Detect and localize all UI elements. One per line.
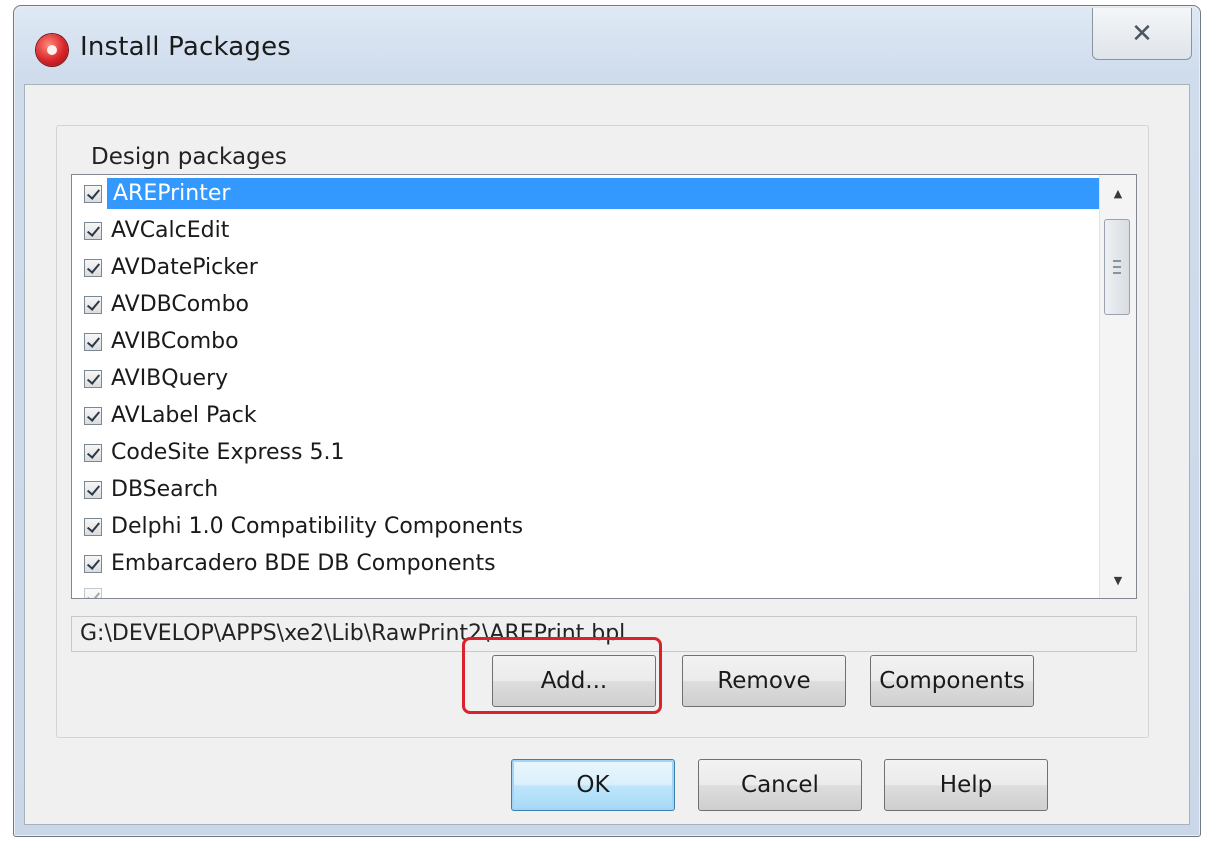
- group-label: Design packages: [85, 144, 293, 170]
- add-button-highlight: [462, 637, 662, 714]
- list-item-label: DBSearch: [111, 477, 219, 502]
- list-item[interactable]: AVDatePicker: [72, 249, 1100, 286]
- list-item[interactable]: AVIBQuery: [72, 360, 1100, 397]
- checkbox[interactable]: [84, 295, 102, 314]
- window-title: Install Packages: [80, 32, 292, 62]
- help-button[interactable]: Help: [884, 759, 1048, 811]
- delphi-icon: [36, 34, 68, 66]
- list-item-label: AVIBQuery: [111, 366, 229, 391]
- list-item-partial: [72, 582, 1100, 598]
- list-item[interactable]: CodeSite Express 5.1: [72, 434, 1100, 471]
- checkbox: [84, 588, 102, 598]
- list-item-label: AVDatePicker: [111, 255, 258, 280]
- cancel-button[interactable]: Cancel: [698, 759, 862, 811]
- scroll-thumb[interactable]: [1104, 219, 1130, 315]
- list-item-label: AREPrinter: [107, 178, 1100, 209]
- checkbox[interactable]: [84, 332, 102, 351]
- title-bar[interactable]: Install Packages ✕: [14, 6, 1200, 84]
- package-list[interactable]: AREPrinter AVCalcEdit AVDatePicker AVDBComb…: [71, 174, 1137, 599]
- package-list-items: AREPrinter AVCalcEdit AVDatePicker AVDBComb…: [72, 175, 1100, 598]
- list-item[interactable]: DBSearch: [72, 471, 1100, 508]
- checkbox[interactable]: [84, 554, 102, 573]
- remove-button[interactable]: Remove: [682, 655, 846, 707]
- checkbox[interactable]: [84, 480, 102, 499]
- checkbox[interactable]: [84, 406, 102, 425]
- close-button[interactable]: ✕: [1092, 8, 1192, 60]
- grip-icon: [1113, 260, 1121, 274]
- vertical-scrollbar[interactable]: ▲ ▼: [1099, 175, 1136, 598]
- checkbox[interactable]: [84, 369, 102, 388]
- components-button[interactable]: Components: [870, 655, 1034, 707]
- close-icon: ✕: [1131, 18, 1153, 49]
- list-item[interactable]: AVLabel Pack: [72, 397, 1100, 434]
- list-item-label: AVLabel Pack: [111, 403, 257, 428]
- list-item[interactable]: AVCalcEdit: [72, 212, 1100, 249]
- list-item[interactable]: Delphi 1.0 Compatibility Components: [72, 508, 1100, 545]
- checkbox[interactable]: [84, 184, 102, 203]
- checkbox[interactable]: [84, 221, 102, 240]
- list-item-label: AVIBCombo: [111, 329, 239, 354]
- scroll-down-arrow[interactable]: ▼: [1100, 562, 1136, 598]
- list-item[interactable]: AVIBCombo: [72, 323, 1100, 360]
- ok-button[interactable]: OK: [511, 759, 675, 811]
- checkbox[interactable]: [84, 517, 102, 536]
- list-item[interactable]: AVDBCombo: [72, 286, 1100, 323]
- list-item-label: AVCalcEdit: [111, 218, 230, 243]
- scroll-up-arrow[interactable]: ▲: [1100, 175, 1136, 211]
- list-item[interactable]: AREPrinter: [72, 175, 1100, 212]
- checkbox[interactable]: [84, 258, 102, 277]
- list-item-label: CodeSite Express 5.1: [111, 440, 345, 465]
- list-item[interactable]: Embarcadero BDE DB Components: [72, 545, 1100, 582]
- list-item-label: AVDBCombo: [111, 292, 250, 317]
- list-item-label: Embarcadero BDE DB Components: [111, 551, 496, 576]
- list-item-label: Delphi 1.0 Compatibility Components: [111, 514, 524, 539]
- checkbox[interactable]: [84, 443, 102, 462]
